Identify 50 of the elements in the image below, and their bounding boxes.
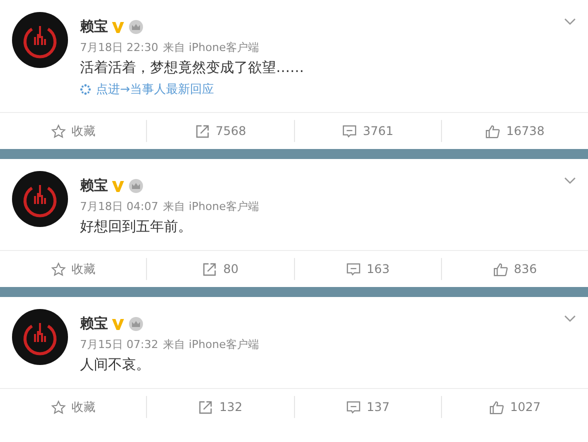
comment-button[interactable]: 163 bbox=[294, 258, 441, 280]
thumbs-up-icon bbox=[485, 124, 500, 138]
avatar-icon[interactable] bbox=[12, 171, 68, 227]
repost-button[interactable]: 80 bbox=[146, 258, 294, 280]
repost-button[interactable]: 7568 bbox=[146, 120, 294, 142]
post-text: 人间不哀。 bbox=[80, 356, 151, 374]
crown-icon bbox=[128, 316, 144, 332]
chevron-down-icon[interactable] bbox=[564, 18, 576, 26]
post-source[interactable]: 来自 iPhone客户端 bbox=[163, 337, 259, 352]
chevron-down-icon[interactable] bbox=[564, 177, 576, 185]
favorite-button[interactable]: 收藏 bbox=[0, 396, 146, 418]
thumbs-up-icon bbox=[492, 262, 508, 276]
star-icon bbox=[50, 400, 66, 414]
like-button[interactable]: 836 bbox=[440, 258, 588, 280]
repost-button[interactable]: 132 bbox=[146, 396, 294, 418]
like-button[interactable]: 1027 bbox=[440, 396, 588, 418]
like-button[interactable]: 16738 bbox=[440, 120, 588, 142]
crown-icon bbox=[128, 178, 144, 194]
favorite-button[interactable]: 收藏 bbox=[0, 258, 146, 280]
post-source[interactable]: 来自 iPhone客户端 bbox=[163, 199, 259, 214]
chevron-down-icon[interactable] bbox=[564, 315, 576, 323]
comment-icon bbox=[346, 262, 361, 276]
comment-icon bbox=[342, 124, 357, 138]
share-icon bbox=[202, 262, 218, 276]
snowflake-icon bbox=[80, 84, 91, 95]
author-name[interactable]: 赖宝 bbox=[80, 315, 108, 333]
comment-button[interactable]: 3761 bbox=[294, 120, 441, 142]
verified-icon bbox=[111, 317, 125, 331]
post-time[interactable]: 7月15日 07:32 bbox=[80, 337, 158, 352]
share-icon bbox=[198, 400, 214, 414]
verified-icon bbox=[111, 20, 125, 34]
crown-icon bbox=[128, 19, 144, 35]
favorite-button[interactable]: 收藏 bbox=[0, 120, 146, 142]
post-link[interactable]: 点进→当事人最新回应 bbox=[96, 81, 214, 98]
avatar-icon[interactable] bbox=[12, 309, 68, 365]
share-icon bbox=[194, 124, 210, 138]
post-time[interactable]: 7月18日 04:07 bbox=[80, 199, 158, 214]
star-icon bbox=[50, 124, 66, 138]
comment-icon bbox=[346, 400, 361, 414]
thumbs-up-icon bbox=[489, 400, 504, 414]
author-name[interactable]: 赖宝 bbox=[80, 177, 108, 195]
comment-button[interactable]: 137 bbox=[294, 396, 441, 418]
post-text: 活着活着，梦想竟然变成了欲望…… bbox=[80, 59, 305, 77]
star-icon bbox=[50, 262, 66, 276]
post-time[interactable]: 7月18日 22:30 bbox=[80, 40, 158, 55]
post-source[interactable]: 来自 iPhone客户端 bbox=[163, 40, 259, 55]
avatar-icon[interactable] bbox=[12, 12, 68, 68]
verified-icon bbox=[111, 179, 125, 193]
author-name[interactable]: 赖宝 bbox=[80, 18, 108, 36]
post-text: 好想回到五年前。 bbox=[80, 218, 193, 236]
